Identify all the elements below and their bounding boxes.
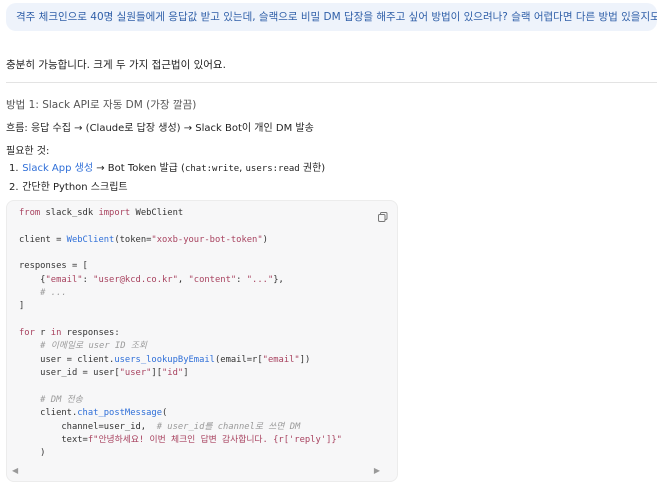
code-content: from slack_sdk import WebClient client =… — [19, 208, 342, 459]
requirements-label: 필요한 것: — [6, 146, 50, 157]
scroll-right-arrow-icon[interactable]: ▶ — [374, 465, 380, 477]
list-item: 1. Slack App 생성 → Bot Token 발급 (chat:wri… — [9, 163, 326, 174]
inline-code: users:read — [245, 164, 300, 174]
code-horizontal-scrollbar[interactable]: ◀ ▶ — [6, 465, 398, 477]
slack-app-link[interactable]: Slack App 생성 — [22, 163, 93, 174]
divider — [6, 82, 657, 83]
list-item: 2. 간단한 Python 스크립트 — [9, 182, 128, 193]
requirements-list: 1. Slack App 생성 → Bot Token 발급 (chat:wri… — [9, 159, 325, 197]
copy-icon[interactable] — [377, 208, 389, 222]
code-block: from slack_sdk import WebClient client =… — [6, 200, 398, 482]
user-message-bubble: 격주 체크인으로 40명 실원들에게 응답값 받고 있는데, 슬랙으로 비밀 D… — [6, 3, 657, 31]
answer-intro: 충분히 가능합니다. 크게 두 가지 접근법이 있어요. — [6, 59, 226, 71]
method1-heading: 방법 1: Slack API로 자동 DM (가장 깔끔) — [6, 99, 197, 111]
scroll-left-arrow-icon[interactable]: ◀ — [12, 465, 18, 477]
inline-code: chat:write — [184, 164, 240, 174]
user-message-text: 격주 체크인으로 40명 실원들에게 응답값 받고 있는데, 슬랙으로 비밀 D… — [16, 11, 657, 23]
flow-description: 흐름: 응답 수집 → (Claude로 답장 생성) → Slack Bot이… — [6, 123, 314, 134]
